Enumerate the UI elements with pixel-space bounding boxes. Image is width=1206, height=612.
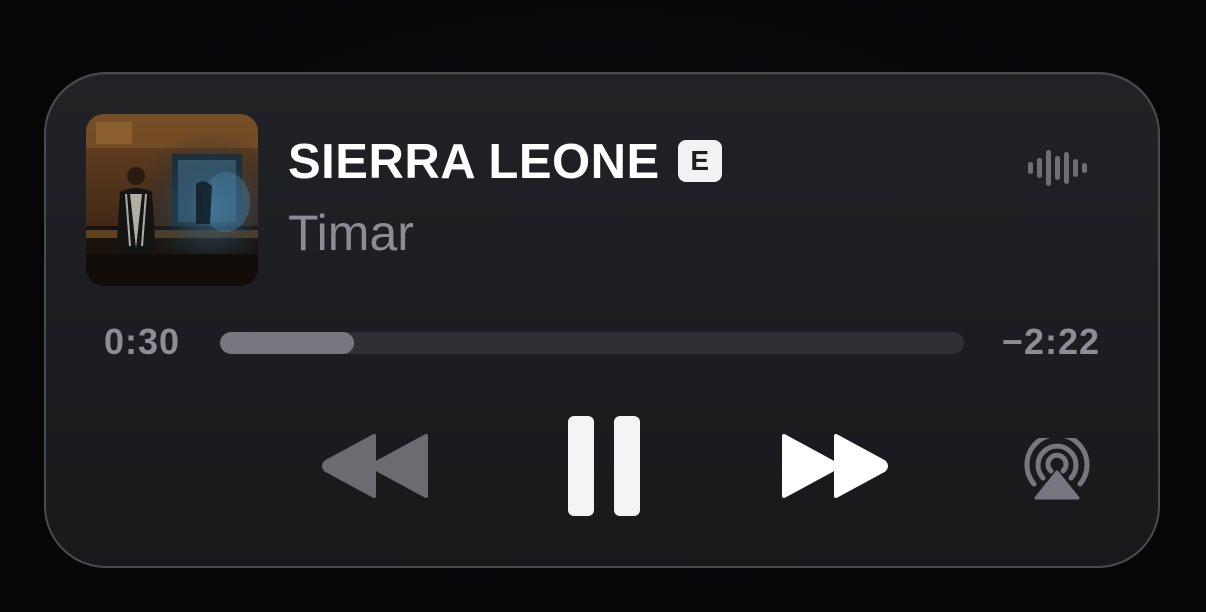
pause-icon <box>568 416 640 516</box>
media-player-card: SIERRA LEONE E Timar 0:30 −2:22 <box>44 72 1160 568</box>
now-playing-screen: SIERRA LEONE E Timar 0:30 −2:22 <box>0 0 1206 612</box>
progress-fill <box>220 332 354 354</box>
title-row: SIERRA LEONE E <box>288 134 722 190</box>
progress-bar[interactable] <box>220 332 964 354</box>
fast-forward-icon <box>782 434 888 498</box>
remaining-time: −2:22 <box>1001 321 1100 362</box>
rewind-icon <box>322 434 428 498</box>
fast-forward-button[interactable] <box>780 432 888 500</box>
waveform-icon <box>1028 150 1087 186</box>
airplay-icon <box>1024 438 1090 500</box>
album-artwork-image <box>86 114 258 286</box>
song-title[interactable]: SIERRA LEONE <box>288 134 660 190</box>
explicit-badge: E <box>677 140 722 182</box>
rewind-button[interactable] <box>322 432 432 500</box>
airplay-button[interactable] <box>1022 438 1092 500</box>
pause-button[interactable] <box>566 414 642 518</box>
artist-name[interactable]: Timar <box>288 204 414 262</box>
elapsed-time: 0:30 <box>104 321 181 362</box>
album-artwork[interactable] <box>86 114 258 286</box>
